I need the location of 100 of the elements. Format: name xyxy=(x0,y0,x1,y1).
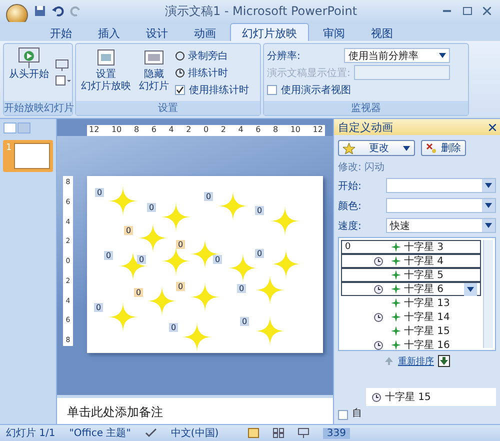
checkbox[interactable] xyxy=(175,84,185,94)
slide-number: 1 xyxy=(6,143,12,155)
dragged-item: 十字星 15 xyxy=(366,388,496,406)
item-label: 十字星 15 xyxy=(404,324,451,338)
normal-view-icon[interactable] xyxy=(248,428,259,438)
checkbox[interactable] xyxy=(267,84,277,94)
item-label: 十字星 14 xyxy=(404,310,451,324)
field-label: 速度: xyxy=(338,220,362,232)
ribbon-tab[interactable]: 幻灯片放映 xyxy=(230,23,309,41)
animation-tag: 0 xyxy=(176,240,186,249)
zoom-level[interactable]: 339 xyxy=(322,428,350,438)
field-label: 开始: xyxy=(338,180,362,192)
rehearse-timings-button[interactable]: 排练计时 xyxy=(175,65,249,80)
animation-item[interactable]: 十字星 6 xyxy=(341,282,481,296)
theme-name: "Office 主题" xyxy=(69,426,131,440)
horizontal-ruler: 12 10 8 6 4 2 0 2 4 6 8 10 12 xyxy=(87,125,325,136)
clock-icon xyxy=(175,68,185,78)
animation-tag: 0 xyxy=(137,255,146,264)
slideshow-view-icon[interactable] xyxy=(298,428,309,438)
caret-icon xyxy=(485,183,492,188)
animation-item[interactable]: 十字星 14 xyxy=(341,310,481,324)
resolution-dropdown[interactable]: 使用当前分辨率 xyxy=(344,48,450,63)
item-label: 十字星 4 xyxy=(404,254,445,268)
animation-tag: 0 xyxy=(237,284,246,293)
from-beginning-button[interactable]: 从头开始 xyxy=(7,47,51,98)
language: 中文(中国) xyxy=(170,426,219,440)
slide-count: 幻灯片 1/1 xyxy=(6,426,56,440)
animation-item[interactable]: 十字星 4 xyxy=(341,254,481,268)
scrollbar[interactable] xyxy=(483,240,493,348)
animation-tag: 0 xyxy=(169,323,178,332)
field-label: 颜色: xyxy=(338,200,362,212)
change-button[interactable]: 更改 xyxy=(338,140,415,156)
option-dropdown[interactable] xyxy=(386,198,496,213)
remove-button[interactable]: 删除 xyxy=(421,140,466,156)
spell-check-icon[interactable] xyxy=(144,428,157,438)
item-label: 十字星 6 xyxy=(404,282,445,296)
animation-tag: 0 xyxy=(255,206,264,215)
setup-show-button[interactable]: 设置 幻灯片放映 xyxy=(79,47,133,98)
item-label: 十字星 5 xyxy=(404,268,445,282)
clock-icon xyxy=(374,312,382,322)
show-on-dropdown[interactable] xyxy=(354,65,450,80)
checkbox-label: 自 xyxy=(352,407,362,420)
slides-tab-icon[interactable] xyxy=(3,122,33,134)
down-arrow-icon[interactable] xyxy=(438,355,450,367)
order-number: 0 xyxy=(345,242,351,252)
slideshow-icon[interactable] xyxy=(55,58,69,72)
animation-tag: 0 xyxy=(104,251,114,260)
save-icon[interactable] xyxy=(34,5,46,17)
ribbon-tab[interactable]: 开始 xyxy=(38,23,84,41)
sorter-view-icon[interactable] xyxy=(272,428,284,438)
ribbon-tab[interactable]: 审阅 xyxy=(311,23,357,41)
ribbon-tab[interactable]: 设计 xyxy=(134,23,180,41)
redo-icon[interactable] xyxy=(70,5,82,17)
star-icon xyxy=(343,142,355,154)
item-label: 十字星 13 xyxy=(404,296,451,310)
record-narration-button[interactable]: 录制旁白 xyxy=(175,48,249,63)
animation-tag: 0 xyxy=(124,226,134,235)
animation-tag: 0 xyxy=(134,288,144,297)
item-menu-caret[interactable] xyxy=(464,282,477,296)
projector-icon xyxy=(17,47,41,69)
maximize-icon[interactable] xyxy=(460,5,474,17)
close-icon[interactable] xyxy=(480,5,494,17)
checkbox[interactable] xyxy=(338,410,348,420)
close-icon[interactable] xyxy=(489,124,496,130)
option-dropdown[interactable]: 快速 xyxy=(386,218,496,233)
notes-text[interactable]: 单击此处添加备注 xyxy=(57,395,333,424)
circle-icon xyxy=(175,50,185,60)
window-title: 演示文稿1 - Microsoft PowerPoint xyxy=(164,2,358,20)
checkmark-icon xyxy=(176,86,184,94)
animation-item[interactable]: 十字星 16 xyxy=(341,338,481,352)
caret-icon xyxy=(439,53,446,58)
caret-icon xyxy=(403,146,410,150)
ribbon-tab[interactable]: 动画 xyxy=(182,23,228,41)
delete-icon xyxy=(426,143,437,153)
checkbox-label: 使用排练计时 xyxy=(189,84,249,96)
caret-icon xyxy=(485,203,492,208)
modify-label: 修改: 闪动 xyxy=(338,161,386,174)
animation-item[interactable]: 十字星 13 xyxy=(341,296,481,310)
ribbon-tab[interactable]: 视图 xyxy=(359,23,405,41)
animation-item[interactable]: 十字星 5 xyxy=(341,268,481,282)
hide-slide-button[interactable]: 隐藏 幻灯片 xyxy=(137,47,171,98)
up-arrow-icon[interactable] xyxy=(384,356,394,366)
option-dropdown[interactable] xyxy=(386,178,496,193)
animation-tag: 0 xyxy=(255,249,264,258)
resolution-label: 分辨率: xyxy=(267,50,300,62)
reorder-link[interactable]: 重新排序 xyxy=(398,354,434,368)
animation-tag: 0 xyxy=(94,303,104,312)
clock-icon xyxy=(374,340,382,350)
item-label: 十字星 3 xyxy=(404,240,445,254)
animation-tag: 0 xyxy=(176,282,186,291)
undo-icon[interactable] xyxy=(52,5,64,17)
clock-icon xyxy=(374,284,382,294)
ribbon-tab[interactable]: 插入 xyxy=(86,23,132,41)
group-label: 开始放映幻灯片 xyxy=(4,101,72,115)
animation-item[interactable]: 0 十字星 3 xyxy=(341,240,481,254)
show-on-label: 演示文稿显示位置: xyxy=(267,66,350,80)
animation-item[interactable]: 十字星 15 xyxy=(341,324,481,338)
custom-show-icon[interactable] xyxy=(55,74,71,88)
animation-tag: 0 xyxy=(147,203,156,212)
caret-icon xyxy=(467,286,474,292)
